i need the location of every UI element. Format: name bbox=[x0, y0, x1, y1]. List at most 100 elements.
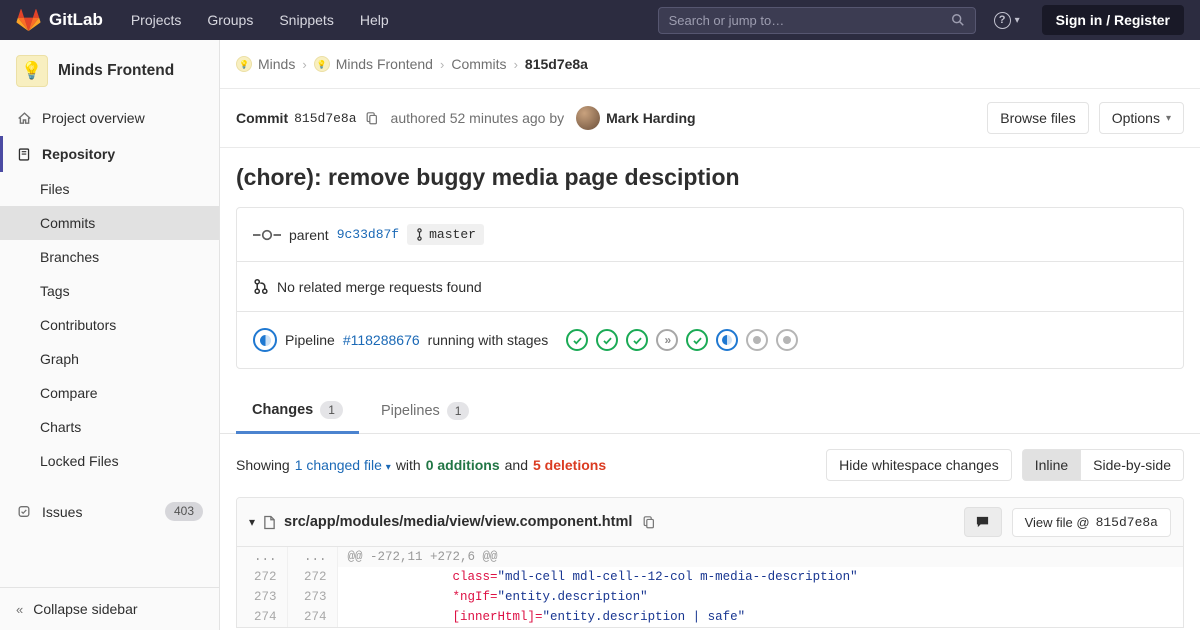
sidebar-item-project-overview[interactable]: Project overview bbox=[0, 100, 219, 136]
options-dropdown-button[interactable]: Options ▾ bbox=[1098, 102, 1184, 134]
issues-count-badge: 403 bbox=[164, 502, 203, 521]
search-input[interactable] bbox=[668, 12, 951, 28]
gitlab-commit-page: GitLab Projects Groups Snippets Help ? ▾… bbox=[0, 0, 1200, 630]
pipeline-running-icon[interactable] bbox=[253, 328, 277, 352]
stage-icon-created[interactable] bbox=[746, 329, 769, 351]
chevron-down-icon: ▾ bbox=[1014, 14, 1020, 26]
old-line-number[interactable]: 273 bbox=[237, 587, 288, 607]
stage-icon-skipped[interactable]: » bbox=[656, 329, 679, 351]
sidebar-item-issues[interactable]: Issues 403 bbox=[0, 492, 219, 531]
sidebar-item-contributors[interactable]: Contributors bbox=[0, 308, 219, 342]
stage-icon-success[interactable] bbox=[596, 329, 619, 351]
nav-item-snippets[interactable]: Snippets bbox=[279, 12, 333, 28]
sidebar-item-files[interactable]: Files bbox=[0, 172, 219, 206]
sidebar-item-label: Repository bbox=[42, 146, 116, 162]
double-chevron-left-icon: « bbox=[16, 601, 24, 617]
commit-graph-icon bbox=[253, 228, 281, 242]
pipeline-row: Pipeline #118288676 running with stages … bbox=[237, 311, 1183, 368]
commit-body: (chore): remove buggy media page descipt… bbox=[220, 148, 1200, 630]
sidebar-item-tags[interactable]: Tags bbox=[0, 274, 219, 308]
branch-icon bbox=[415, 228, 424, 241]
diff-table: ... ... @@ -272,11 +272,6 @@ 272 272 cla… bbox=[237, 547, 1183, 627]
toggle-comments-button[interactable] bbox=[963, 507, 1002, 537]
stage-icon-created[interactable] bbox=[776, 329, 799, 351]
inline-view-button[interactable]: Inline bbox=[1021, 449, 1081, 481]
sidebar-item-locked-files[interactable]: Locked Files bbox=[0, 444, 219, 478]
project-header[interactable]: 💡 Minds Frontend bbox=[0, 40, 219, 100]
question-circle-icon: ? bbox=[993, 11, 1011, 29]
stage-icon-success[interactable] bbox=[566, 329, 589, 351]
project-sidebar: 💡 Minds Frontend Project overview Reposi… bbox=[0, 40, 220, 630]
hide-whitespace-button[interactable]: Hide whitespace changes bbox=[826, 449, 1012, 481]
stage-icon-success[interactable] bbox=[626, 329, 649, 351]
no-merge-requests-text: No related merge requests found bbox=[277, 278, 482, 295]
new-line-number[interactable]: 273 bbox=[287, 587, 338, 607]
new-line-number[interactable]: 274 bbox=[287, 607, 338, 627]
sidebar-item-label: Issues bbox=[42, 503, 83, 520]
tab-pipelines[interactable]: Pipelines 1 bbox=[365, 389, 486, 433]
project-name: Minds Frontend bbox=[58, 62, 175, 79]
side-by-side-view-button[interactable]: Side-by-side bbox=[1080, 449, 1184, 481]
sidebar-item-compare[interactable]: Compare bbox=[0, 376, 219, 410]
old-line-number[interactable]: 272 bbox=[237, 567, 288, 587]
diff-line-row: 272 272 class="mdl-cell mdl-cell--12-col… bbox=[237, 567, 1183, 587]
chevron-down-icon: ▾ bbox=[1165, 112, 1171, 124]
old-line-number[interactable]: 274 bbox=[237, 607, 288, 627]
home-icon bbox=[16, 111, 32, 126]
browse-files-button[interactable]: Browse files bbox=[987, 102, 1089, 134]
pipeline-id-link[interactable]: #118288676 bbox=[343, 332, 420, 348]
breadcrumb-current-sha: 815d7e8a bbox=[524, 56, 588, 72]
comment-icon bbox=[975, 515, 990, 529]
breadcrumb-commits[interactable]: Commits bbox=[451, 56, 506, 72]
changed-files-dropdown[interactable]: 1 changed file ▾ bbox=[295, 457, 391, 473]
file-path[interactable]: src/app/modules/media/view/view.componen… bbox=[284, 514, 632, 530]
collapse-sidebar-label: Collapse sidebar bbox=[33, 601, 138, 617]
sidebar-item-charts[interactable]: Charts bbox=[0, 410, 219, 444]
diff-view-toggle: Inline Side-by-side bbox=[1021, 449, 1184, 481]
commit-tabs: Changes 1 Pipelines 1 bbox=[220, 389, 1200, 434]
minds-group-avatar: 💡 bbox=[236, 56, 252, 72]
gitlab-home-link[interactable]: GitLab bbox=[16, 8, 103, 32]
view-file-button[interactable]: View file @815d7e8a bbox=[1011, 507, 1171, 537]
nav-item-help[interactable]: Help bbox=[360, 12, 389, 28]
nav-item-projects[interactable]: Projects bbox=[131, 12, 182, 28]
stage-icon-success[interactable] bbox=[686, 329, 709, 351]
pipeline-label: Pipeline bbox=[285, 332, 335, 348]
diff-file-header: ▾ src/app/modules/media/view/view.compon… bbox=[237, 498, 1183, 547]
author-avatar[interactable] bbox=[576, 106, 601, 130]
nav-item-groups[interactable]: Groups bbox=[207, 12, 253, 28]
diff-hunk-row: ... ... @@ -272,11 +272,6 @@ bbox=[237, 547, 1183, 567]
brand-name: GitLab bbox=[49, 10, 103, 29]
collapse-sidebar-button[interactable]: « Collapse sidebar bbox=[0, 587, 219, 630]
stage-icon-running[interactable] bbox=[716, 329, 739, 351]
commit-label: Commit bbox=[236, 110, 289, 126]
new-line-number[interactable]: 272 bbox=[287, 567, 338, 587]
diff-code-line: class="mdl-cell mdl-cell--12-col m-media… bbox=[337, 567, 1183, 587]
repository-icon bbox=[16, 147, 32, 162]
sidebar-item-repository[interactable]: Repository bbox=[0, 136, 219, 172]
help-dropdown[interactable]: ? ▾ bbox=[993, 11, 1020, 29]
global-search[interactable] bbox=[657, 6, 976, 34]
breadcrumb-separator: › bbox=[302, 56, 307, 72]
parent-sha-link[interactable]: 9c33d87f bbox=[337, 227, 399, 242]
copy-file-path-button[interactable] bbox=[640, 515, 658, 530]
signin-register-button[interactable]: Sign in / Register bbox=[1041, 5, 1184, 35]
author-name[interactable]: Mark Harding bbox=[606, 110, 695, 126]
breadcrumb-minds[interactable]: 💡 Minds bbox=[236, 56, 295, 72]
and-label: and bbox=[504, 457, 528, 473]
copy-sha-button[interactable] bbox=[363, 111, 381, 126]
showing-label: Showing bbox=[236, 457, 290, 473]
branch-chip[interactable]: master bbox=[407, 224, 484, 245]
diff-toolbar: Showing 1 changed file ▾ with 0 addition… bbox=[220, 434, 1200, 493]
pipeline-stages: » bbox=[566, 329, 799, 351]
tab-changes[interactable]: Changes 1 bbox=[236, 389, 359, 434]
sidebar-item-branches[interactable]: Branches bbox=[0, 240, 219, 274]
issues-icon bbox=[16, 504, 32, 519]
sidebar-item-commits[interactable]: Commits bbox=[0, 206, 219, 240]
breadcrumb-minds-frontend[interactable]: 💡 Minds Frontend bbox=[313, 56, 433, 72]
sidebar-item-graph[interactable]: Graph bbox=[0, 342, 219, 376]
authored-text: authored 52 minutes ago by bbox=[390, 110, 565, 126]
main-content: 💡 Minds › 💡 Minds Frontend › Commits › 8… bbox=[220, 40, 1200, 630]
main-nav: Projects Groups Snippets Help bbox=[131, 12, 389, 28]
collapse-file-caret-icon[interactable]: ▾ bbox=[249, 515, 255, 529]
